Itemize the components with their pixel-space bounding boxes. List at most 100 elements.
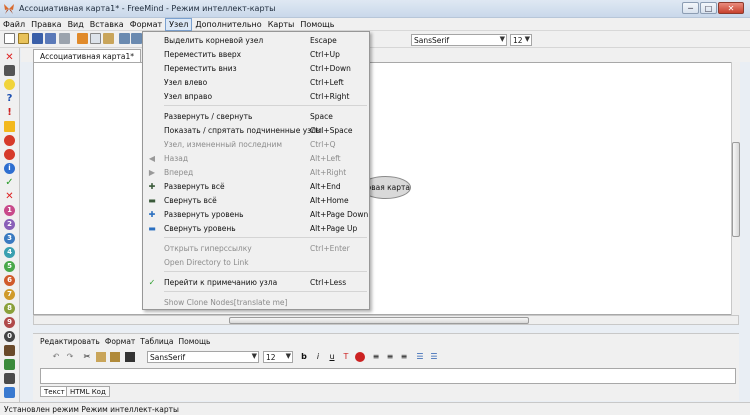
menu-item-node-right[interactable]: Узел вправо Ctrl+Right (143, 90, 369, 103)
save-icon[interactable] (32, 33, 43, 44)
priority-9-icon[interactable]: 9 (4, 317, 15, 328)
priority-5-icon[interactable]: 5 (4, 261, 15, 272)
menu-item-goto-note[interactable]: ✓ Перейти к примечанию узла Ctrl+Less (143, 276, 369, 289)
priority-4-icon[interactable]: 4 (4, 247, 15, 258)
text-color-icon[interactable]: T (341, 352, 351, 362)
editor-menu-help[interactable]: Помощь (178, 337, 210, 346)
paste-icon[interactable] (110, 352, 120, 362)
priority-8-icon[interactable]: 8 (4, 303, 15, 314)
priority-7-icon[interactable]: 7 (4, 289, 15, 300)
menu-help[interactable]: Помощь (297, 18, 337, 31)
checkmark-icon: ✓ (148, 278, 156, 287)
flag-black-icon[interactable] (4, 373, 15, 384)
menu-item-toggle-fold[interactable]: Развернуть / свернуть Space (143, 110, 369, 123)
menu-view[interactable]: Вид (65, 18, 87, 31)
open-icon[interactable] (18, 33, 29, 44)
priority-1-icon[interactable]: 1 (4, 205, 15, 216)
tab-map1[interactable]: Ассоциативная карта1* (33, 49, 141, 62)
menu-item-toggle-children[interactable]: Показать / спрятать подчиненные узлы Ctrl… (143, 124, 369, 137)
menu-item-expand-all[interactable]: ✚ Развернуть всё Alt+End (143, 180, 369, 193)
chevron-down-icon: ▼ (524, 35, 530, 43)
note-text-area[interactable] (40, 368, 736, 384)
menu-item-open-directory: Open Directory to Link (164, 258, 249, 267)
menu-item-move-up[interactable]: Переместить вверх Ctrl+Up (143, 48, 369, 61)
editor-font-size-select[interactable]: 12 ▼ (263, 351, 293, 363)
ok-icon[interactable]: ✓ (4, 177, 15, 188)
align-left-icon[interactable]: ≡ (371, 352, 381, 362)
print-icon[interactable] (59, 33, 70, 44)
flag-green-icon[interactable] (4, 359, 15, 370)
editor-tab-text[interactable]: Текст (40, 386, 69, 397)
close-button[interactable]: ✕ (718, 2, 744, 14)
vertical-scroll-thumb[interactable] (732, 142, 740, 237)
menu-item-move-down[interactable]: Переместить вниз Ctrl+Down (143, 62, 369, 75)
cut-icon[interactable]: ✂ (82, 352, 92, 362)
menu-item-expand-level[interactable]: ✚ Развернуть уровень Alt+Page Down (143, 208, 369, 221)
menu-format[interactable]: Формат (127, 18, 165, 31)
menu-maps[interactable]: Карты (265, 18, 298, 31)
copy-icon[interactable] (96, 352, 106, 362)
undo-icon[interactable]: ↶ (51, 352, 61, 362)
trash-icon[interactable] (4, 65, 15, 76)
info-icon[interactable]: i (4, 163, 15, 174)
expand-level-icon: ✚ (148, 210, 156, 219)
paste-icon[interactable] (103, 33, 114, 44)
font-size-select[interactable]: 12 ▼ (510, 34, 532, 46)
menu-item-select-root[interactable]: Выделить корневой узел Escape (143, 34, 369, 47)
redo-icon[interactable]: ↷ (65, 352, 75, 362)
traffic-light-icon[interactable] (4, 345, 15, 356)
priority-3-icon[interactable]: 3 (4, 233, 15, 244)
horizontal-scroll-thumb[interactable] (229, 317, 529, 324)
menu-tools[interactable]: Дополнительно (192, 18, 264, 31)
numbered-list-icon[interactable]: ☰ (429, 352, 439, 362)
align-center-icon[interactable]: ≡ (385, 352, 395, 362)
editor-font-family-select[interactable]: SansSerif ▼ (147, 351, 259, 363)
vertical-scrollbar[interactable] (731, 62, 740, 315)
bullet-list-icon[interactable]: ☰ (415, 352, 425, 362)
menu-file[interactable]: Файл (0, 18, 28, 31)
question-icon[interactable]: ? (4, 93, 15, 104)
remove-icon-icon[interactable]: ✕ (4, 52, 15, 63)
priority-6-icon[interactable]: 6 (4, 275, 15, 286)
editor-menu-table[interactable]: Таблица (140, 337, 173, 346)
menu-item-collapse-level[interactable]: ▬ Свернуть уровень Alt+Page Up (143, 222, 369, 235)
font-family-select[interactable]: SansSerif ▼ (411, 34, 507, 46)
find-icon[interactable] (125, 352, 135, 362)
menu-edit[interactable]: Правка (28, 18, 64, 31)
menu-insert[interactable]: Вставка (87, 18, 127, 31)
redo-icon[interactable] (131, 33, 142, 44)
undo-icon[interactable] (119, 33, 130, 44)
collapse-level-icon: ▬ (148, 224, 156, 233)
cancel-icon[interactable]: ✕ (4, 191, 15, 202)
freemind-butterfly-icon (4, 4, 14, 14)
menu-bar: Файл Правка Вид Вставка Формат Узел Допо… (0, 18, 750, 31)
warning-icon[interactable] (4, 121, 15, 132)
editor-menu-format[interactable]: Формат (105, 337, 135, 346)
menu-node[interactable]: Узел (165, 18, 193, 31)
remove-format-icon[interactable] (355, 352, 365, 362)
editor-menu-edit[interactable]: Редактировать (40, 337, 100, 346)
new-map-icon[interactable] (4, 33, 15, 44)
save-as-icon[interactable] (45, 33, 56, 44)
idea-icon[interactable] (4, 79, 15, 90)
window-title: Ассоциативная карта1* - FreeMind - Режим… (19, 4, 276, 13)
copy-icon[interactable] (90, 33, 101, 44)
underline-icon[interactable]: u (327, 352, 337, 362)
stop-icon[interactable] (4, 135, 15, 146)
horizontal-scrollbar[interactable] (33, 315, 739, 325)
priority-0-icon[interactable]: 0 (4, 331, 15, 342)
cut-icon[interactable] (77, 33, 88, 44)
editor-tab-html[interactable]: HTML Код (66, 386, 110, 397)
bold-icon[interactable]: b (299, 352, 309, 362)
menu-separator (164, 105, 367, 106)
prohibit-icon[interactable] (4, 149, 15, 160)
italic-icon[interactable]: i (313, 352, 323, 362)
menu-item-node-left[interactable]: Узел влево Ctrl+Left (143, 76, 369, 89)
priority-2-icon[interactable]: 2 (4, 219, 15, 230)
align-right-icon[interactable]: ≡ (399, 352, 409, 362)
arrow-icon[interactable] (4, 387, 15, 398)
exclamation-icon[interactable]: ! (4, 107, 15, 118)
maximize-button[interactable]: □ (700, 2, 717, 14)
minimize-button[interactable]: ─ (682, 2, 699, 14)
menu-item-collapse-all[interactable]: ▬ Свернуть всё Alt+Home (143, 194, 369, 207)
